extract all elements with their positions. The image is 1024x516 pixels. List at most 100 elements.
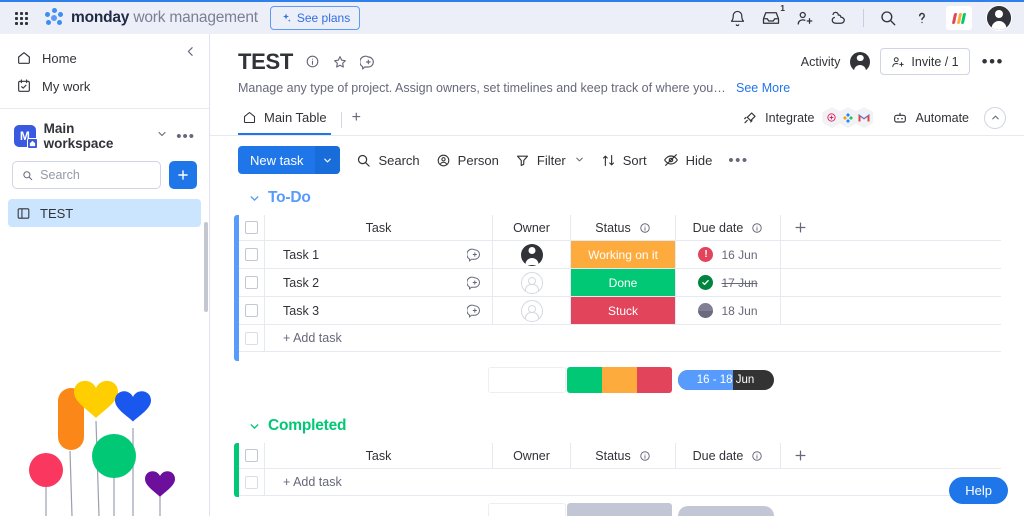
summary-due-cell[interactable]: 16 - 18 Jun: [673, 367, 778, 393]
toolbar-person-button[interactable]: Person: [436, 153, 499, 168]
summary-due-cell-placeholder[interactable]: [673, 503, 778, 516]
add-task-row[interactable]: + Add task: [239, 325, 1024, 352]
column-header-due-date[interactable]: Due date: [676, 443, 781, 469]
see-more-link[interactable]: See More: [736, 81, 790, 95]
toolbar-search-button[interactable]: Search: [356, 153, 420, 168]
sidebar-search-box[interactable]: [12, 161, 161, 189]
board-info-icon[interactable]: [305, 54, 320, 69]
tab-main-table[interactable]: Main Table: [238, 104, 331, 135]
cell-due-date[interactable]: 18 Jun: [676, 297, 781, 325]
cell-owner[interactable]: [493, 241, 571, 269]
cell-owner[interactable]: [493, 269, 571, 297]
board-more-options-icon[interactable]: •••: [980, 52, 1006, 72]
collapse-sidebar-icon[interactable]: [181, 42, 199, 60]
table-row[interactable]: Task 1 Working on it ! 16 Jun: [239, 241, 1024, 269]
status-badge[interactable]: Working on it: [571, 241, 675, 268]
new-task-dropdown-chevron-down-icon[interactable]: [315, 146, 341, 174]
new-task-button[interactable]: New task: [238, 146, 341, 174]
apps-grid-icon[interactable]: [8, 5, 34, 31]
workspace-selector[interactable]: M Main workspace •••: [0, 109, 209, 161]
board-add-update-icon[interactable]: [360, 54, 376, 70]
brand-logo-area[interactable]: monday work management: [44, 8, 258, 28]
task-updates-icon[interactable]: [467, 303, 482, 318]
activity-label[interactable]: Activity: [801, 55, 841, 69]
status-column-info-icon[interactable]: [639, 450, 651, 462]
sidebar-scrollbar[interactable]: [204, 222, 208, 312]
summary-status-bar[interactable]: [567, 367, 672, 393]
sidebar-board-test[interactable]: TEST: [8, 199, 201, 227]
toolbar-sort-button[interactable]: Sort: [601, 153, 647, 168]
table-row[interactable]: Task 3 Stuck 18 Jun: [239, 297, 1024, 325]
task-updates-icon[interactable]: [467, 247, 482, 262]
column-header-task[interactable]: Task: [265, 215, 493, 241]
see-plans-button[interactable]: See plans: [269, 6, 361, 30]
invite-member-icon[interactable]: [795, 8, 815, 28]
inbox-icon[interactable]: 1: [761, 3, 785, 28]
row-checkbox-cell[interactable]: [239, 269, 265, 297]
help-icon[interactable]: [912, 8, 932, 28]
row-checkbox-cell[interactable]: [239, 297, 265, 325]
column-header-due-date[interactable]: Due date: [676, 215, 781, 241]
cell-owner[interactable]: [493, 297, 571, 325]
row-checkbox: [245, 276, 258, 289]
sidebar-item-home[interactable]: Home: [0, 44, 209, 72]
cell-status[interactable]: Working on it: [571, 241, 676, 269]
group-to-do-title[interactable]: To-Do: [268, 189, 311, 207]
sidebar-search-input[interactable]: [40, 168, 151, 182]
select-all-checkbox-cell[interactable]: [239, 215, 265, 241]
workspace-shape-icon[interactable]: [829, 8, 849, 28]
activity-avatar[interactable]: [850, 51, 871, 72]
cell-task-name[interactable]: Task 3: [265, 297, 493, 325]
user-avatar[interactable]: [986, 5, 1012, 31]
monday-product-switcher-icon[interactable]: [946, 6, 972, 30]
cell-status[interactable]: Stuck: [571, 297, 676, 325]
bell-icon[interactable]: [727, 8, 747, 28]
gmail-app-icon[interactable]: [854, 107, 874, 128]
column-header-owner[interactable]: Owner: [493, 443, 571, 469]
status-badge[interactable]: Stuck: [571, 297, 675, 324]
add-column-button[interactable]: [781, 443, 1001, 469]
add-board-button[interactable]: [169, 161, 197, 189]
column-header-status[interactable]: Status: [571, 215, 676, 241]
workspace-more-options-icon[interactable]: •••: [176, 128, 199, 145]
add-task-cell[interactable]: + Add task: [265, 325, 493, 352]
add-view-button[interactable]: +: [352, 109, 361, 130]
row-checkbox-cell[interactable]: [239, 241, 265, 269]
toolbar-more-options-icon[interactable]: •••: [728, 152, 748, 169]
invite-button[interactable]: Invite / 1: [880, 48, 970, 75]
due-date-column-info-icon[interactable]: [751, 450, 763, 462]
workspace-chevron-down-icon[interactable]: [156, 127, 168, 145]
cell-task-name[interactable]: Task 2: [265, 269, 493, 297]
select-all-checkbox-cell[interactable]: [239, 443, 265, 469]
board-favorite-star-icon[interactable]: [332, 54, 348, 70]
cell-due-date[interactable]: ! 16 Jun: [676, 241, 781, 269]
help-button[interactable]: Help: [949, 477, 1008, 504]
status-column-info-icon[interactable]: [639, 222, 651, 234]
group-completed-title[interactable]: Completed: [268, 417, 346, 435]
table-row[interactable]: Task 2 Done 17 Jun: [239, 269, 1024, 297]
summary-status-bar-placeholder[interactable]: [567, 503, 672, 516]
filter-chevron-down-icon[interactable]: [574, 153, 585, 168]
cell-due-date[interactable]: 17 Jun: [676, 269, 781, 297]
column-header-status[interactable]: Status: [571, 443, 676, 469]
task-updates-icon[interactable]: [467, 275, 482, 290]
toolbar-hide-button[interactable]: Hide: [663, 152, 712, 168]
add-task-cell[interactable]: + Add task: [265, 469, 493, 496]
add-column-button[interactable]: [781, 215, 1001, 241]
search-icon[interactable]: [878, 8, 898, 28]
add-task-row[interactable]: + Add task: [239, 469, 1024, 496]
status-badge[interactable]: Done: [571, 269, 675, 296]
cell-status[interactable]: Done: [571, 269, 676, 297]
group-collapse-chevron-icon[interactable]: [248, 192, 261, 205]
column-header-task[interactable]: Task: [265, 443, 493, 469]
column-header-owner[interactable]: Owner: [493, 215, 571, 241]
cell-task-name[interactable]: Task 1: [265, 241, 493, 269]
collapse-header-chevron-up-icon[interactable]: [984, 106, 1006, 129]
due-date-column-info-icon[interactable]: [751, 222, 763, 234]
date-range-chip[interactable]: 16 - 18 Jun: [677, 370, 774, 390]
integrate-button[interactable]: Integrate: [742, 110, 814, 126]
sidebar-item-my-work[interactable]: My work: [0, 72, 209, 100]
toolbar-filter-button[interactable]: Filter: [515, 153, 585, 168]
automate-button[interactable]: Automate: [892, 110, 969, 126]
group-collapse-chevron-icon[interactable]: [248, 420, 261, 433]
